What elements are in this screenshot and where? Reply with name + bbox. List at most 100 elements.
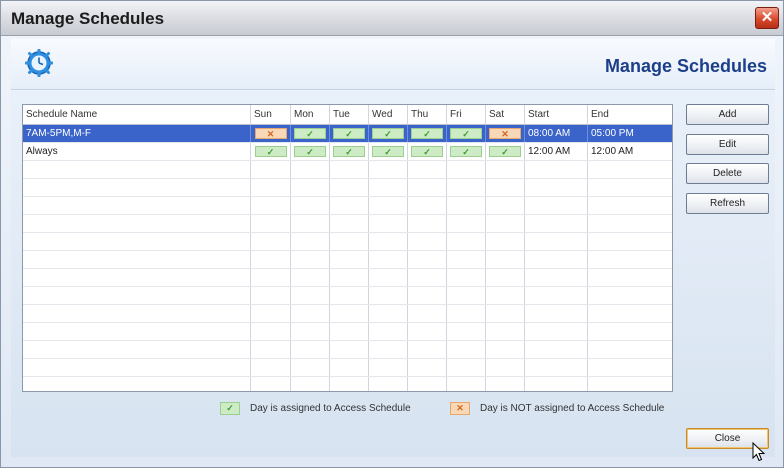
day-cell-sat: ✕ <box>486 125 525 142</box>
column-header-sun[interactable]: Sun <box>251 105 291 124</box>
day-cell-fri <box>447 197 486 214</box>
schedule-name-cell <box>23 233 251 250</box>
day-cell-tue <box>330 179 369 196</box>
empty-table-row[interactable] <box>23 341 672 359</box>
day-cell-tue <box>330 377 369 391</box>
day-cell-tue <box>330 161 369 178</box>
title-bar[interactable]: Manage Schedules ✕ <box>1 1 783 36</box>
empty-table-row[interactable] <box>23 287 672 305</box>
empty-table-row[interactable] <box>23 251 672 269</box>
schedule-grid[interactable]: Schedule Name Sun Mon Tue Wed Thu Fri Sa… <box>22 104 673 392</box>
check-icon: ✓ <box>411 128 443 139</box>
day-cell-sun <box>251 323 291 340</box>
empty-table-row[interactable] <box>23 179 672 197</box>
day-cell-sat <box>486 233 525 250</box>
day-cell-wed <box>369 161 408 178</box>
day-cell-tue <box>330 323 369 340</box>
day-cell-mon <box>291 197 330 214</box>
day-cell-sat: ✓ <box>486 143 525 160</box>
day-cell-mon <box>291 215 330 232</box>
check-icon: ✓ <box>294 128 326 139</box>
day-cell-sun <box>251 359 291 376</box>
day-cell-wed: ✓ <box>369 143 408 160</box>
check-icon: ✓ <box>489 146 521 157</box>
empty-table-row[interactable] <box>23 377 672 391</box>
legend-not-assigned-label: Day is NOT assigned to Access Schedule <box>480 403 665 414</box>
schedule-name-cell <box>23 287 251 304</box>
schedule-name-cell <box>23 305 251 322</box>
column-header-end[interactable]: End <box>588 105 672 124</box>
refresh-button[interactable]: Refresh <box>686 193 769 214</box>
table-row[interactable]: Always ✓ ✓ ✓ ✓ ✓ ✓ ✓ 12:00 AM 12:00 AM <box>23 143 672 161</box>
end-time-cell <box>588 179 672 196</box>
day-cell-sat <box>486 179 525 196</box>
day-cell-mon <box>291 269 330 286</box>
day-cell-sun: ✓ <box>251 143 291 160</box>
day-cell-sun <box>251 341 291 358</box>
day-cell-tue <box>330 341 369 358</box>
day-cell-mon <box>291 179 330 196</box>
empty-table-row[interactable] <box>23 215 672 233</box>
day-cell-sat <box>486 341 525 358</box>
delete-button[interactable]: Delete <box>686 163 769 184</box>
day-cell-wed <box>369 305 408 322</box>
edit-button[interactable]: Edit <box>686 134 769 155</box>
day-cell-wed <box>369 359 408 376</box>
day-cell-tue <box>330 251 369 268</box>
add-button[interactable]: Add <box>686 104 769 125</box>
end-time-cell <box>588 215 672 232</box>
day-cell-mon: ✓ <box>291 125 330 142</box>
empty-table-row[interactable] <box>23 161 672 179</box>
column-header-mon[interactable]: Mon <box>291 105 330 124</box>
day-cell-fri <box>447 287 486 304</box>
start-time-cell <box>525 197 588 214</box>
check-icon: ✓ <box>372 128 404 139</box>
column-header-tue[interactable]: Tue <box>330 105 369 124</box>
end-time-cell <box>588 359 672 376</box>
day-cell-sat <box>486 359 525 376</box>
day-cell-thu: ✓ <box>408 143 447 160</box>
day-cell-thu <box>408 377 447 391</box>
day-cell-wed <box>369 341 408 358</box>
day-cell-sat <box>486 377 525 391</box>
schedule-name-cell <box>23 161 251 178</box>
empty-table-row[interactable] <box>23 323 672 341</box>
start-time-cell <box>525 287 588 304</box>
banner-title: Manage Schedules <box>604 56 767 76</box>
empty-table-row[interactable] <box>23 305 672 323</box>
day-cell-tue <box>330 233 369 250</box>
start-time-cell <box>525 377 588 391</box>
empty-table-row[interactable] <box>23 359 672 377</box>
column-header-fri[interactable]: Fri <box>447 105 486 124</box>
empty-table-row[interactable] <box>23 233 672 251</box>
header-banner: Manage Schedules <box>11 39 775 90</box>
day-cell-sun <box>251 305 291 322</box>
day-cell-mon <box>291 233 330 250</box>
day-cell-sun <box>251 233 291 250</box>
column-header-sat[interactable]: Sat <box>486 105 525 124</box>
end-time-cell: 12:00 AM <box>591 146 634 157</box>
day-cell-wed: ✓ <box>369 125 408 142</box>
day-cell-sun <box>251 377 291 391</box>
day-cell-fri: ✓ <box>447 125 486 142</box>
day-cell-mon <box>291 161 330 178</box>
empty-table-row[interactable] <box>23 269 672 287</box>
day-cell-fri <box>447 251 486 268</box>
check-icon: ✓ <box>450 146 482 157</box>
table-row[interactable]: 7AM-5PM,M-F ✕ ✓ ✓ ✓ ✓ ✓ ✕ 08:00 AM 05:00 PM <box>23 125 672 143</box>
start-time-cell <box>525 215 588 232</box>
column-header-thu[interactable]: Thu <box>408 105 447 124</box>
clock-icon <box>25 49 53 77</box>
column-header-schedule-name[interactable]: Schedule Name <box>23 105 251 124</box>
cross-icon: ✕ <box>489 128 521 139</box>
close-window-button[interactable]: ✕ <box>755 7 779 29</box>
column-header-start[interactable]: Start <box>525 105 588 124</box>
column-header-wed[interactable]: Wed <box>369 105 408 124</box>
day-cell-sat <box>486 197 525 214</box>
day-cell-mon <box>291 377 330 391</box>
empty-table-row[interactable] <box>23 197 672 215</box>
day-cell-sun <box>251 269 291 286</box>
cross-icon: ✕ <box>254 128 287 139</box>
day-cell-fri <box>447 305 486 322</box>
schedule-name-cell: 7AM-5PM,M-F <box>23 125 251 142</box>
